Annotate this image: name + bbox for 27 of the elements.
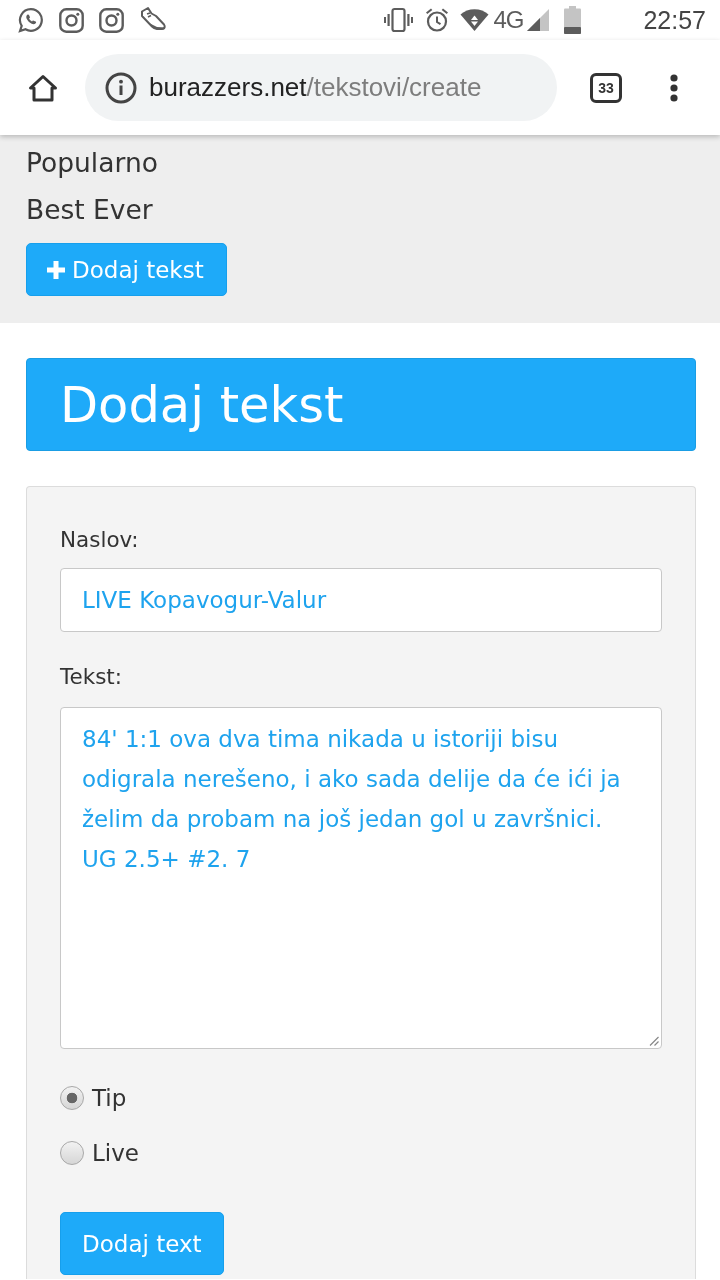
resize-handle-icon[interactable]: [649, 1036, 659, 1046]
field-label: Tekst:: [60, 663, 123, 691]
wifi-icon: [460, 8, 490, 32]
vibrate-icon: [384, 7, 414, 33]
radio-button[interactable]: [60, 1141, 84, 1165]
home-icon[interactable]: [28, 73, 58, 102]
nav-link[interactable]: Popularno: [26, 139, 158, 186]
battery-icon: [564, 6, 582, 34]
option-label: Live: [92, 1139, 139, 1168]
camera-icon: [99, 7, 124, 33]
signal-icon: [526, 8, 551, 32]
chat-bubble-phone-icon: [18, 6, 44, 34]
url-text: burazzers.net/tekstovi/create: [149, 72, 482, 103]
option-label: Tip: [92, 1084, 127, 1113]
clock-time: 22:57: [643, 6, 706, 34]
more-menu-icon[interactable]: [670, 73, 678, 102]
address-bar[interactable]: burazzers.net/tekstovi/create: [85, 54, 557, 121]
tab-count-button[interactable]: 33: [590, 72, 622, 103]
camera-icon: [59, 7, 84, 33]
field-label: Naslov:: [60, 526, 139, 554]
alarm-clock-icon: [425, 7, 450, 33]
network-type: 4G: [493, 6, 524, 34]
nav-link[interactable]: Best Ever: [26, 186, 153, 233]
page-title: Dodaj tekst: [60, 374, 344, 435]
radio-button[interactable]: [60, 1086, 84, 1110]
info-icon[interactable]: [105, 71, 137, 104]
plus-icon: [47, 260, 65, 279]
